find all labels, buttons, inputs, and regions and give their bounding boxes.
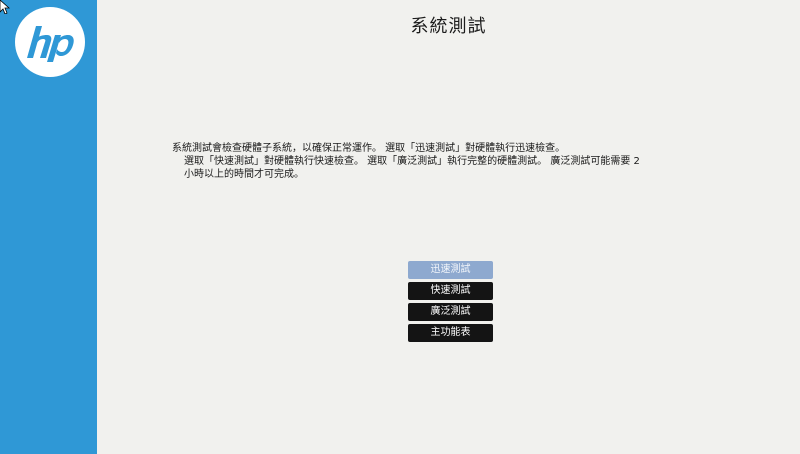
sidebar xyxy=(0,0,97,454)
system-test-screen: 系統測試 系統測試會檢查硬體子系統，以確保正常運作。 選取「迅速測試」對硬體執行… xyxy=(0,0,800,454)
fast-test-button[interactable]: 快速測試 xyxy=(408,282,493,300)
description-text: 系統測試會檢查硬體子系統，以確保正常運作。 選取「迅速測試」對硬體執行迅速檢查。… xyxy=(172,142,732,181)
extensive-test-button[interactable]: 廣泛測試 xyxy=(408,303,493,321)
page-title: 系統測試 xyxy=(410,16,487,37)
quick-check-button[interactable]: 迅速測試 xyxy=(408,261,493,279)
test-menu: 迅速測試 快速測試 廣泛測試 主功能表 xyxy=(408,261,493,345)
description-line-2: 選取「快速測試」對硬體執行快速檢查。 選取「廣泛測試」執行完整的硬體測試。 廣泛… xyxy=(184,156,640,167)
description-line-3: 小時以上的時間才可完成。 xyxy=(184,169,304,180)
mouse-cursor-icon xyxy=(0,0,10,14)
hp-logo-icon xyxy=(15,7,85,77)
main-menu-button[interactable]: 主功能表 xyxy=(408,324,493,342)
description-line-1: 系統測試會檢查硬體子系統，以確保正常運作。 選取「迅速測試」對硬體執行迅速檢查。 xyxy=(172,143,566,154)
